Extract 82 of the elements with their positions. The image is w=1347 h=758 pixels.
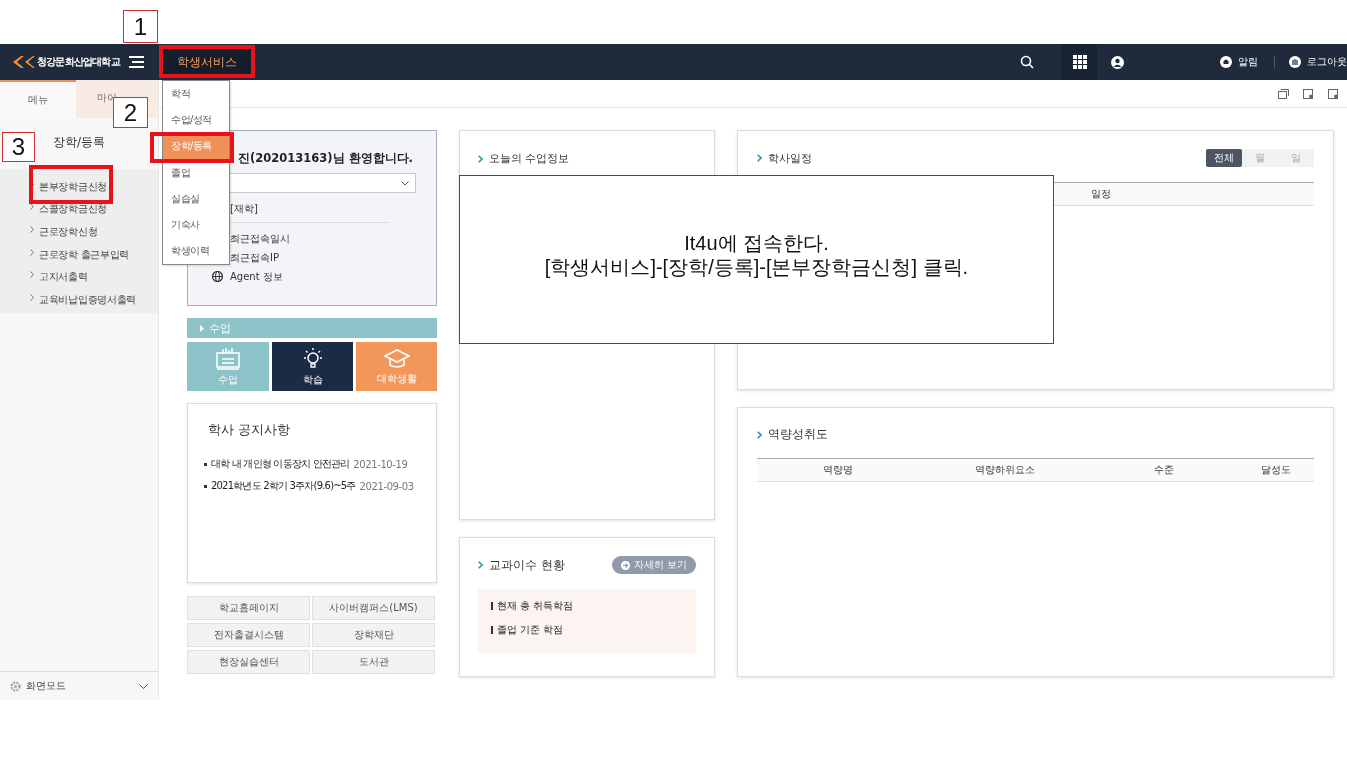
card-title: 오늘의 수업정보 xyxy=(489,151,570,166)
window-settings-icon[interactable] xyxy=(1303,88,1314,99)
shortcut-tile[interactable]: 학습 xyxy=(272,342,353,391)
welcome-text: 진(202013163)님 환영합니다. xyxy=(237,151,414,166)
step-number-label: 3 xyxy=(2,132,35,162)
shortcut-link-button[interactable]: 사이버캠퍼스(LMS) xyxy=(312,596,435,620)
column-header: 역량명 xyxy=(821,463,854,477)
window-settings-icon[interactable] xyxy=(1328,88,1339,99)
shortcut-link-button[interactable]: 전자출결시스템 xyxy=(187,623,310,647)
shortcut-link-button[interactable]: 학교홈페이지 xyxy=(187,596,310,620)
chevron-icon xyxy=(30,248,34,256)
search-icon[interactable] xyxy=(1020,55,1034,69)
dropdown-menu-item[interactable]: 수업/성적 xyxy=(163,107,229,134)
notice-date: 2021-09-03 xyxy=(359,480,414,492)
view-tab[interactable]: 전체 xyxy=(1206,149,1242,167)
sidebar-menu-item[interactable]: 스콜장학금신청 xyxy=(39,203,107,215)
notice-link[interactable]: 2021학년도 2학기 3주차(9.6)~5주 xyxy=(211,479,356,493)
screen-mode-bar[interactable]: 화면모드 xyxy=(0,671,158,700)
step-number-label: 1 xyxy=(123,10,158,43)
bar-marker-icon xyxy=(491,626,493,634)
bell-icon xyxy=(1220,56,1232,68)
instruction-text: It4u에 접속한다. xyxy=(684,230,829,255)
card-title: 역량성취도 xyxy=(768,426,828,443)
chevron-down-icon xyxy=(401,180,409,186)
column-header: 역량하위요소 xyxy=(973,463,1036,477)
window-icon[interactable] xyxy=(1278,88,1289,99)
dropdown-menu-item[interactable]: 졸업 xyxy=(163,159,229,186)
card-title: 교과이수 현황 xyxy=(489,556,565,574)
sidebar-menu-item[interactable]: 교육비납입증명서출력 xyxy=(39,293,136,305)
notice-title: 학사 공지사항 xyxy=(207,422,291,439)
class-section-title: 수업 xyxy=(209,320,231,336)
arrow-circle-icon xyxy=(620,560,630,570)
column-header: 일정 xyxy=(1090,187,1111,201)
chevron-icon xyxy=(478,154,483,163)
caret-icon xyxy=(200,324,204,332)
credit-label: 졸업 기준 학점 xyxy=(497,623,564,637)
column-header: 수준 xyxy=(1153,463,1176,477)
sidebar-menu-item[interactable]: 본부장학금신청 xyxy=(39,180,107,192)
notice-date: 2021-10-19 xyxy=(353,458,408,470)
user-icon[interactable] xyxy=(1111,55,1124,69)
bullet-icon xyxy=(204,462,207,466)
step-number-label: 2 xyxy=(113,97,148,128)
shortcut-link-button[interactable]: 장학재단 xyxy=(312,623,435,647)
column-header: 달성도 xyxy=(1259,463,1292,477)
section-title: 장학/등록 xyxy=(52,134,105,151)
credit-label: 현재 총 취득학점 xyxy=(497,599,574,613)
sidebar-menu-item[interactable]: 고지서출력 xyxy=(39,271,88,283)
bullet-icon xyxy=(204,484,207,488)
globe-icon xyxy=(212,271,223,282)
presentation-board-icon xyxy=(215,346,241,371)
chevron-icon xyxy=(478,561,483,569)
instruction-text: [학생서비스]-[장학/등록]-[본부장학금신청] 클릭. xyxy=(544,254,969,279)
profile-info-label: 최근접속일시 xyxy=(230,231,290,246)
shortcut-link-button[interactable]: 현장실습센터 xyxy=(187,650,310,674)
alert-link[interactable]: 알림 xyxy=(1238,55,1258,69)
chevron-icon xyxy=(30,203,34,211)
chevron-icon xyxy=(30,271,34,279)
dropdown-menu-item[interactable]: 실습실 xyxy=(163,185,229,212)
shortcut-link-button[interactable]: 도서관 xyxy=(312,650,435,674)
chevron-down-icon xyxy=(139,683,148,689)
screen-mode-label: 화면모드 xyxy=(26,679,67,693)
gear-icon xyxy=(10,680,21,692)
card-title: 학사일정 xyxy=(768,150,812,166)
sidebar-menu-item[interactable]: 근로장학신청 xyxy=(39,226,98,237)
notice-link[interactable]: 대학 내 개인형 이동장치 안전관리 xyxy=(211,457,350,471)
logout-link[interactable]: 로그아웃 xyxy=(1307,55,1347,69)
university-name: 청강문화산업대학교 xyxy=(37,55,120,69)
dropdown-menu-item[interactable]: 기숙사 xyxy=(163,211,229,239)
chevron-icon xyxy=(757,154,762,162)
sidebar-menu-item[interactable]: 근로장학 출근부입력 xyxy=(39,248,130,260)
menu-icon[interactable] xyxy=(129,56,144,68)
bar-marker-icon xyxy=(491,602,493,610)
profile-info-label: 최근접속IP xyxy=(230,250,279,265)
apps-grid-icon[interactable] xyxy=(1072,55,1087,69)
graduation-cap-icon xyxy=(383,347,410,370)
chevron-icon xyxy=(757,430,762,439)
dropdown-menu-item[interactable]: 학적 xyxy=(163,81,229,108)
dropdown-menu-item[interactable]: 학생이력 xyxy=(163,238,229,265)
sidebar-tab[interactable]: 메뉴 xyxy=(0,82,77,118)
chevron-icon xyxy=(30,226,34,233)
profile-info-label: Agent 정보 xyxy=(230,269,283,284)
chevron-icon xyxy=(30,293,34,301)
